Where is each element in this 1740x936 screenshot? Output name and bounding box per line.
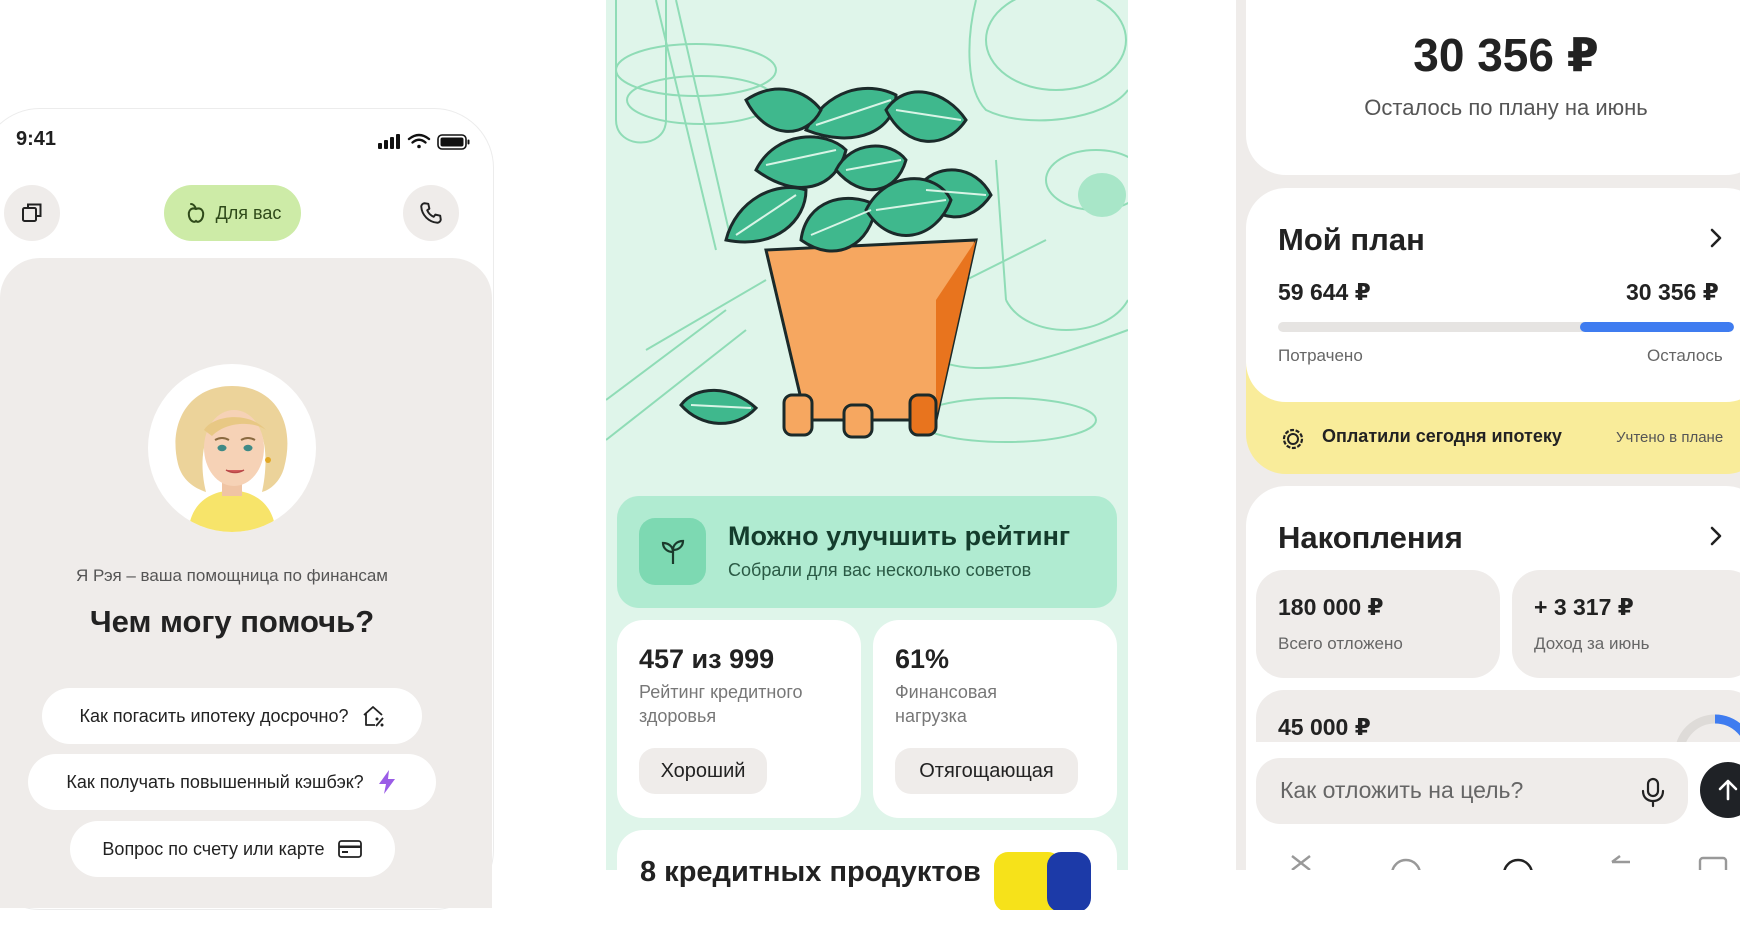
flower-badge-icon [1282, 428, 1304, 450]
improve-subtitle: Собрали для вас несколько советов [728, 560, 1032, 580]
income-amount: + 3 317 ₽ [1534, 594, 1634, 620]
remaining-amount: 30 356 ₽ [1413, 29, 1599, 81]
remaining-card [1246, 0, 1740, 175]
income-card[interactable] [1512, 570, 1740, 678]
microphone-icon[interactable] [1638, 776, 1668, 808]
suggestion-label: Как погасить ипотеку досрочно? [79, 705, 349, 726]
left-amount: 30 356 ₽ [1626, 279, 1719, 305]
lightning-icon [378, 770, 395, 794]
arrow-up-icon [1718, 779, 1738, 801]
suggestion-cashback[interactable]: Как получать повышенный кэшбэк? [28, 754, 436, 810]
for-you-tab[interactable]: Для вас [164, 185, 301, 241]
house-percent-icon [362, 706, 384, 727]
remaining-caption: Осталось по плану на июнь [1364, 95, 1648, 120]
savings-title: Накопления [1278, 520, 1463, 555]
left-label: Осталось [1647, 346, 1723, 365]
status-icons [378, 133, 470, 150]
signal-icon [378, 134, 400, 149]
assistant-intro: Я Рэя – ваша помощница по финансам [76, 566, 388, 585]
assistant-avatar [148, 364, 316, 532]
credit-score-label: Рейтинг кредитного здоровья [639, 682, 803, 726]
apple-icon [187, 203, 204, 223]
chevron-right-icon[interactable] [1706, 226, 1726, 250]
assistant-question: Чем могу помочь? [89, 604, 375, 639]
goal-amount: 45 000 ₽ [1278, 714, 1371, 740]
credit-score-value: 457 из 999 [639, 644, 775, 674]
for-you-label: Для вас [215, 202, 282, 223]
suggestion-label: Как получать повышенный кэшбэк? [66, 771, 364, 792]
phone-icon [420, 202, 442, 224]
battery-icon [437, 134, 470, 150]
financial-load-value: 61% [895, 644, 950, 674]
plan-progress-fill [1580, 322, 1734, 332]
product-logo-blue [1047, 852, 1091, 910]
spent-amount: 59 644 ₽ [1278, 279, 1371, 305]
status-time: 9:41 [16, 128, 57, 150]
my-plan-title: Мой план [1278, 222, 1425, 257]
plan-progress [1278, 322, 1734, 332]
income-label: Доход за июнь [1534, 634, 1650, 653]
card-icon [337, 840, 362, 858]
credit-products-title: 8 кредитных продуктов [640, 856, 981, 888]
sprout-icon [661, 539, 684, 564]
saved-total-card[interactable] [1256, 570, 1500, 678]
assistant-input[interactable]: Как отложить на цель? [1256, 758, 1688, 824]
wifi-icon [407, 133, 431, 149]
improve-icon-box [639, 518, 706, 585]
bottom-nav-icons [1291, 855, 1728, 870]
suggestion-account[interactable]: Вопрос по счету или карте [70, 821, 395, 877]
notice-text: Оплатили сегодня ипотеку [1322, 426, 1562, 446]
saved-total-label: Всего отложено [1278, 634, 1403, 653]
input-placeholder: Как отложить на цель? [1280, 777, 1524, 803]
call-button[interactable] [403, 185, 459, 241]
chats-button[interactable] [4, 185, 60, 241]
suggestion-mortgage[interactable]: Как погасить ипотеку досрочно? [42, 688, 422, 744]
chats-icon [22, 203, 42, 222]
suggestion-label: Вопрос по счету или карте [102, 838, 325, 859]
improve-title: Можно улучшить рейтинг [728, 521, 1071, 551]
notice-tag: Учтено в плане [1616, 429, 1724, 446]
credit-score-status: Хороший [639, 748, 767, 794]
spent-label: Потрачено [1278, 346, 1363, 365]
chevron-right-icon[interactable] [1706, 524, 1726, 548]
financial-load-status: Отягощающая [895, 748, 1078, 794]
saved-total: 180 000 ₽ [1278, 594, 1384, 620]
financial-load-label: Финансовая нагрузка [895, 682, 997, 726]
plant-illustration [606, 0, 1128, 443]
